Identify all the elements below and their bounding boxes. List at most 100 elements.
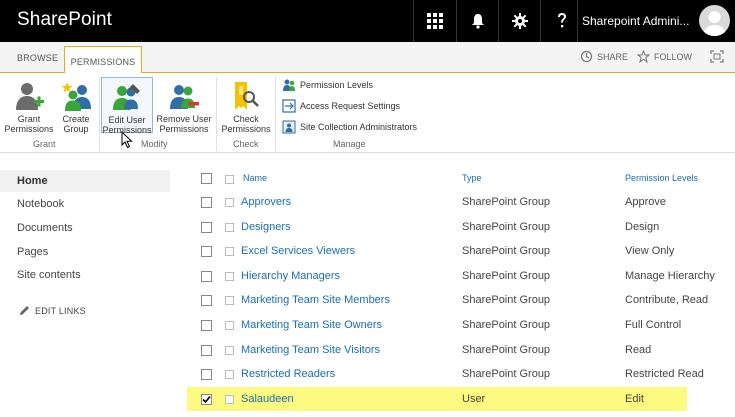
tab-browse[interactable]: BROWSE <box>17 53 58 63</box>
row-item-checkbox <box>225 346 234 355</box>
row-checkbox[interactable] <box>201 320 212 331</box>
select-all-checkbox[interactable] <box>201 173 212 184</box>
row-type: SharePoint Group <box>462 319 551 331</box>
header-item-checkbox <box>225 175 234 184</box>
row-checkbox[interactable] <box>201 345 212 356</box>
row-checkbox[interactable] <box>201 295 212 306</box>
row-permission-level: Design <box>625 221 660 233</box>
row-type: SharePoint Group <box>462 368 551 380</box>
column-header-type[interactable]: Type <box>462 173 482 183</box>
row-item-checkbox <box>225 223 234 232</box>
grant-permissions-button[interactable]: Grant Permissions <box>3 77 55 134</box>
edit-user-permissions-icon <box>111 81 143 113</box>
ribbon-separator <box>275 77 276 151</box>
create-group-label: Create Group <box>62 114 90 134</box>
row-checkbox[interactable] <box>201 394 212 405</box>
create-group-icon <box>60 80 92 112</box>
grant-permissions-label: Grant Permissions <box>4 114 54 134</box>
create-group-button[interactable]: Create Group <box>55 77 97 134</box>
row-item-checkbox <box>225 321 234 330</box>
nav-item-home[interactable]: Home <box>17 175 48 187</box>
row-permission-level: Contribute, Read <box>625 294 709 306</box>
row-item-checkbox <box>225 395 234 404</box>
row-permission-level: Manage Hierarchy <box>625 270 715 282</box>
row-type: SharePoint Group <box>462 245 551 257</box>
tab-permissions[interactable]: PERMISSIONS <box>64 46 142 74</box>
row-name-link[interactable]: Approvers <box>241 196 291 208</box>
access-request-icon <box>282 99 296 113</box>
follow-label: FOLLOW <box>654 51 693 62</box>
row-type: SharePoint Group <box>462 294 551 306</box>
group-label-grant: Grant <box>33 139 56 149</box>
row-checkbox[interactable] <box>201 369 212 380</box>
row-name-link[interactable]: Excel Services Viewers <box>241 245 355 257</box>
row-checkbox[interactable] <box>201 222 212 233</box>
site-collection-administrators-button[interactable]: Site Collection Administrators <box>282 118 417 136</box>
edit-links-button[interactable]: EDIT LINKS <box>19 305 86 316</box>
user-name[interactable]: Sharepoint Admini... <box>582 14 689 28</box>
site-admins-icon <box>282 120 296 134</box>
share-button[interactable]: SHARE <box>580 50 628 63</box>
row-name-link[interactable]: Hierarchy Managers <box>241 270 340 282</box>
brand-title[interactable]: SharePoint <box>17 9 112 31</box>
row-checkbox[interactable] <box>201 246 212 257</box>
star-icon <box>637 50 650 63</box>
column-header-name[interactable]: Name <box>243 173 267 183</box>
nav-item-site-contents[interactable]: Site contents <box>17 269 81 281</box>
permission-levels-label: Permission Levels <box>300 80 374 90</box>
bell-icon[interactable] <box>456 0 498 42</box>
check-permissions-label: Check Permissions <box>221 114 271 134</box>
row-type: SharePoint Group <box>462 344 551 356</box>
row-checkbox[interactable] <box>201 271 212 282</box>
gear-icon[interactable] <box>498 0 540 42</box>
permission-levels-icon <box>283 79 295 91</box>
nav-item-pages[interactable]: Pages <box>17 246 48 258</box>
edit-links-label: EDIT LINKS <box>35 305 86 316</box>
row-checkbox[interactable] <box>201 197 212 208</box>
nav-item-notebook[interactable]: Notebook <box>17 198 64 210</box>
remove-user-permissions-label: Remove User Permissions <box>156 114 212 134</box>
focus-content-button[interactable] <box>710 50 724 63</box>
row-permission-level: Edit <box>625 393 644 405</box>
row-type: SharePoint Group <box>462 270 551 282</box>
row-type: SharePoint Group <box>462 196 551 208</box>
group-label-modify: Modify <box>141 139 168 149</box>
focus-icon <box>710 50 724 63</box>
site-collection-administrators-label: Site Collection Administrators <box>300 122 418 132</box>
ribbon-separator <box>216 77 217 151</box>
row-permission-level: Full Control <box>625 319 682 331</box>
row-item-checkbox <box>225 198 234 207</box>
row-name-link[interactable]: Designers <box>241 221 291 233</box>
group-label-manage: Manage <box>333 139 366 149</box>
check-permissions-button[interactable]: Check Permissions <box>219 77 273 134</box>
row-permission-level: Approve <box>625 196 666 208</box>
row-name-link[interactable]: Marketing Team Site Visitors <box>241 344 380 356</box>
app-launcher-icon[interactable] <box>413 0 455 42</box>
checkmark-icon <box>202 395 211 404</box>
row-permission-level: Read <box>625 344 652 356</box>
remove-user-permissions-button[interactable]: Remove User Permissions <box>155 77 213 134</box>
permission-levels-button[interactable]: Permission Levels <box>282 76 373 94</box>
share-icon <box>580 50 593 63</box>
avatar[interactable] <box>699 5 730 36</box>
row-permission-level: View Only <box>625 245 675 257</box>
access-request-settings-button[interactable]: Access Request Settings <box>282 97 400 115</box>
row-name-link[interactable]: Restricted Readers <box>241 368 335 380</box>
row-name-link[interactable]: Salaudeen <box>241 393 294 405</box>
row-item-checkbox <box>225 296 234 305</box>
row-name-link[interactable]: Marketing Team Site Owners <box>241 319 382 331</box>
access-request-settings-label: Access Request Settings <box>300 101 401 111</box>
help-icon[interactable] <box>540 0 582 42</box>
row-name-link[interactable]: Marketing Team Site Members <box>241 294 390 306</box>
edit-user-permissions-button[interactable]: Edit User Permissions <box>101 77 153 135</box>
pencil-icon <box>20 306 29 315</box>
follow-button[interactable]: FOLLOW <box>637 50 692 63</box>
column-header-permission-levels[interactable]: Permission Levels <box>625 173 698 183</box>
row-item-checkbox <box>225 247 234 256</box>
nav-item-documents[interactable]: Documents <box>17 222 73 234</box>
row-type: User <box>462 393 486 405</box>
grant-permissions-icon <box>13 80 45 112</box>
ribbon-body: Grant Permissions Create Group Edit User P… <box>0 73 735 153</box>
group-label-check: Check <box>233 139 259 149</box>
mouse-cursor-icon <box>121 131 133 149</box>
